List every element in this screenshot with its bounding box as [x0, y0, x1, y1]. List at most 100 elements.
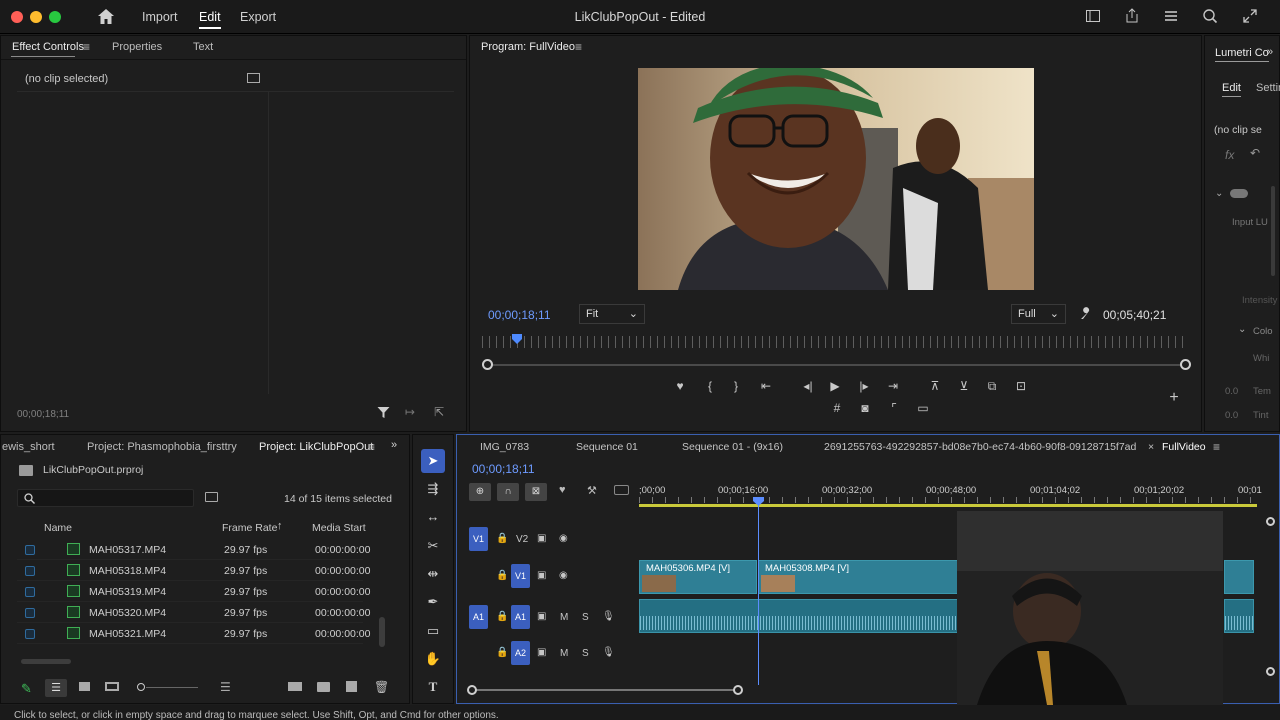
tab-img-0783[interactable]: IMG_0783 [480, 441, 529, 453]
search-input[interactable] [17, 489, 194, 507]
add-marker-icon[interactable]: ♥ [559, 484, 566, 496]
program-playhead[interactable] [512, 334, 523, 344]
button-editor-plus-icon[interactable]: + [1167, 389, 1181, 407]
freeform-view-icon[interactable] [105, 682, 119, 691]
tab-sequence-01-9x16[interactable]: Sequence 01 - (9x16) [682, 441, 783, 453]
project-row[interactable]: MAH05320.MP4 29.97 fps 00:00:00:00 [17, 602, 370, 623]
list-view-icon[interactable]: ☰ [45, 679, 67, 697]
video-clip[interactable]: MAH05306.MP4 [V] [639, 560, 757, 594]
mute-button[interactable]: M [560, 612, 568, 623]
go-to-in-button[interactable]: ⇤ [759, 379, 773, 393]
step-back-button[interactable]: ◂| [801, 379, 815, 393]
panel-menu-icon[interactable]: ≡ [83, 40, 90, 54]
lock-icon[interactable]: 🔒 [496, 533, 508, 544]
solo-button[interactable]: S [582, 648, 589, 659]
play-button[interactable]: ▶ [828, 379, 842, 393]
track-target-v1[interactable]: V1 [511, 564, 530, 588]
menu-import[interactable]: Import [142, 10, 177, 24]
selection-tool-icon[interactable]: ➤ [421, 449, 445, 473]
toggle-timeline-view-icon[interactable] [247, 73, 260, 83]
quality-dropdown[interactable]: Full ⌄ [1011, 304, 1066, 324]
sync-lock-icon[interactable]: ▣ [537, 647, 546, 658]
eye-icon[interactable]: ◉ [559, 533, 568, 544]
more-panels-chevron-icon[interactable]: » [1267, 46, 1273, 58]
fx-icon[interactable]: fx [1225, 148, 1234, 162]
extract-button[interactable]: ⊻ [956, 379, 972, 393]
razor-tool-icon[interactable]: ✂ [421, 534, 445, 558]
reset-icon[interactable]: ↶ [1250, 146, 1260, 160]
panel-layout-icon[interactable] [1085, 8, 1103, 26]
zoom-handle-left[interactable] [467, 685, 477, 695]
lumetri-tab-settings[interactable]: Settin [1256, 82, 1280, 94]
mark-out-button[interactable]: } [729, 379, 743, 393]
eye-icon[interactable]: ◉ [559, 570, 568, 581]
new-search-bin-icon[interactable] [205, 492, 218, 502]
share-icon[interactable] [1124, 8, 1142, 26]
lumetri-title[interactable]: Lumetri Co [1215, 47, 1269, 62]
fit-dropdown[interactable]: Fit ⌄ [579, 304, 645, 324]
audio-clip[interactable] [639, 599, 958, 633]
work-area-bar[interactable] [639, 504, 1257, 507]
linked-selection-icon[interactable]: ⊠ [525, 483, 547, 501]
filter-icon[interactable] [377, 406, 391, 420]
project-row[interactable]: MAH05321.MP4 29.97 fps 00:00:00:00 [17, 623, 370, 644]
settings-wrench-icon[interactable] [1079, 307, 1093, 321]
pen-tool-icon[interactable]: ✒ [421, 590, 445, 614]
track-select-tool-icon[interactable]: ⇶ [421, 477, 445, 501]
mute-button[interactable]: M [560, 648, 568, 659]
row-checkbox[interactable] [25, 608, 35, 618]
slip-tool-icon[interactable]: ⇹ [421, 562, 445, 586]
zoom-handle-left[interactable] [482, 359, 493, 370]
snap-magnet-icon[interactable]: ∩ [497, 483, 519, 501]
go-to-out-button[interactable]: ⇥ [886, 379, 900, 393]
timeline-ruler-ticks[interactable] [639, 497, 1259, 503]
icon-view-icon[interactable] [79, 682, 90, 691]
column-media-start[interactable]: Media Start [312, 522, 366, 534]
audio-clip[interactable] [1224, 599, 1254, 633]
panel-menu-icon[interactable]: ≡ [368, 440, 375, 454]
sync-lock-icon[interactable]: ▣ [537, 533, 546, 544]
row-checkbox[interactable] [25, 545, 35, 555]
menu-export[interactable]: Export [240, 10, 276, 24]
tab-sequence-01[interactable]: Sequence 01 [576, 441, 638, 453]
new-bin-icon[interactable] [317, 682, 330, 692]
overwrite-button[interactable]: ⊡ [1013, 379, 1029, 393]
zoom-slider-handle[interactable] [137, 683, 145, 691]
fullscreen-icon[interactable] [1242, 8, 1260, 26]
safe-margins-button[interactable]: # [829, 401, 845, 415]
project-row[interactable]: MAH05319.MP4 29.97 fps 00:00:00:00 [17, 581, 370, 602]
sync-lock-icon[interactable]: ▣ [537, 570, 546, 581]
minimize-window-button[interactable] [30, 11, 42, 23]
more-panels-chevron-icon[interactable]: » [391, 439, 397, 451]
new-item-icon[interactable] [346, 681, 357, 692]
export-frame-camera-icon[interactable]: ◙ [857, 401, 873, 415]
program-playhead-timecode[interactable]: 00;00;18;11 [488, 308, 551, 322]
lumetri-scrollbar[interactable] [1271, 186, 1275, 276]
panel-menu-icon[interactable]: ≡ [1213, 440, 1220, 454]
video-clip[interactable]: MAH05308.MP4 [V] [758, 560, 958, 594]
lock-icon[interactable]: 🔒 [496, 570, 508, 581]
program-time-ruler[interactable] [482, 336, 1188, 348]
type-tool-icon[interactable]: T [421, 675, 445, 699]
chevron-down-icon[interactable]: ⌄ [1238, 324, 1246, 335]
timeline-playhead[interactable] [753, 497, 764, 506]
proxy-toggle-button[interactable]: ⌜ [886, 401, 902, 415]
timeline-zoom-bar[interactable] [474, 689, 739, 691]
tab-fullvideo[interactable]: FullVideo [1162, 441, 1206, 453]
export-icon[interactable]: ⇱ [434, 405, 444, 419]
sync-lock-icon[interactable]: ▣ [537, 611, 546, 622]
trash-icon[interactable]: 🗑 [374, 680, 389, 694]
track-name-v2[interactable]: V2 [516, 534, 528, 545]
row-checkbox[interactable] [25, 566, 35, 576]
play-audio-icon[interactable]: ↦ [405, 405, 415, 419]
tab-project-likclubpopout[interactable]: Project: LikClubPopOut [259, 441, 373, 453]
automate-to-sequence-icon[interactable] [288, 682, 302, 691]
solo-button[interactable]: S [582, 612, 589, 623]
mark-in-button[interactable]: { [703, 379, 717, 393]
lock-icon[interactable]: 🔒 [496, 611, 508, 622]
vr-video-button[interactable]: ▭ [915, 401, 931, 415]
timeline-settings-wrench-icon[interactable]: ⚒ [587, 484, 597, 497]
project-row[interactable]: MAH05318.MP4 29.97 fps 00:00:00:00 [17, 560, 370, 581]
menu-edit[interactable]: Edit [199, 10, 221, 29]
lift-button[interactable]: ⊼ [927, 379, 943, 393]
